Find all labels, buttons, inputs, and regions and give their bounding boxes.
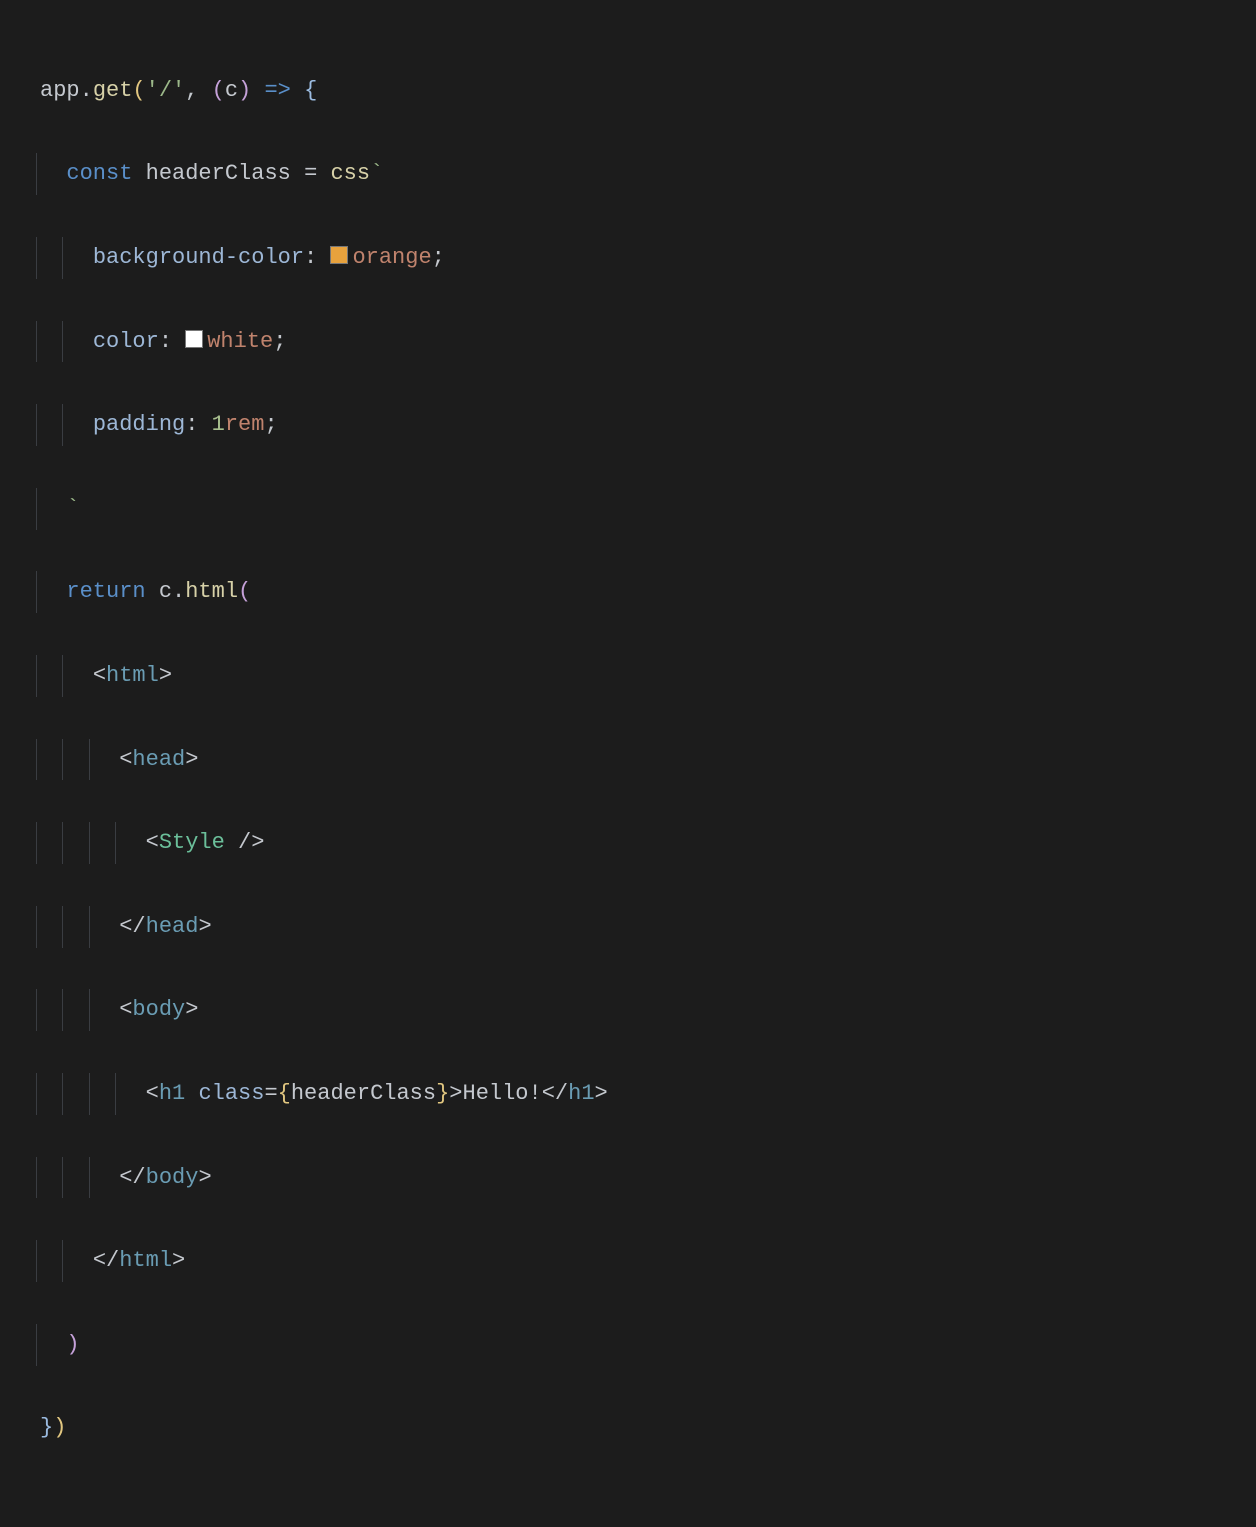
code-line: </head> — [40, 906, 1216, 948]
jsx-tag: html — [119, 1248, 172, 1273]
code-block: app.get('/', (c) => { const headerClass … — [0, 0, 1256, 1527]
method: get — [93, 78, 133, 103]
jsx-tag: head — [146, 914, 199, 939]
keyword: return — [66, 579, 158, 604]
code-line: <head> — [40, 739, 1216, 781]
string-literal: '/' — [146, 78, 186, 103]
code-line: <html> — [40, 655, 1216, 697]
identifier: app — [40, 78, 80, 103]
code-line: const headerClass = css` — [40, 153, 1216, 195]
color-swatch-icon — [185, 330, 203, 348]
code-line: <h1 class={headerClass}>Hello!</h1> — [40, 1073, 1216, 1115]
code-line: </body> — [40, 1157, 1216, 1199]
css-property: color — [93, 329, 159, 354]
code-line: return c.html( — [40, 571, 1216, 613]
jsx-attribute: class — [198, 1081, 264, 1106]
code-line: background-color: orange; — [40, 237, 1216, 279]
jsx-text: Hello! — [463, 1081, 542, 1106]
code-line: <body> — [40, 989, 1216, 1031]
jsx-component: Style — [159, 830, 225, 855]
code-line: ` — [40, 488, 1216, 530]
code-line: ) — [40, 1324, 1216, 1366]
css-value: orange — [352, 245, 431, 270]
color-swatch-icon — [330, 246, 348, 264]
jsx-tag: h1 — [159, 1081, 185, 1106]
jsx-tag: body — [132, 997, 185, 1022]
css-value: white — [207, 329, 273, 354]
jsx-tag: html — [106, 663, 159, 688]
css-property: background-color — [93, 245, 304, 270]
code-line: }) — [40, 1407, 1216, 1449]
code-line: </html> — [40, 1240, 1216, 1282]
code-line: app.get('/', (c) => { — [40, 70, 1216, 112]
css-property: padding — [93, 412, 185, 437]
code-line: <Style /> — [40, 822, 1216, 864]
keyword: const — [66, 161, 132, 186]
code-line: padding: 1rem; — [40, 404, 1216, 446]
jsx-tag: body — [146, 1165, 199, 1190]
code-line: color: white; — [40, 321, 1216, 363]
